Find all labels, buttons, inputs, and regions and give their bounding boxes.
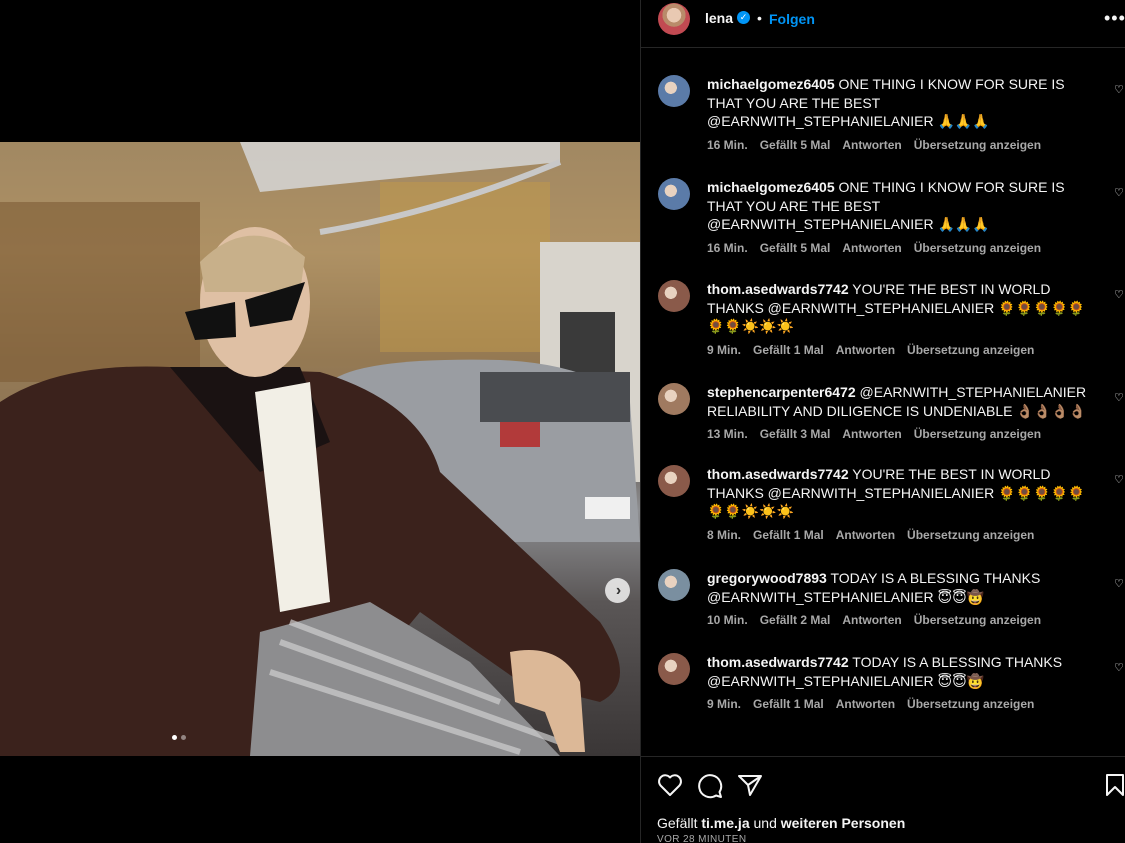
commenter-avatar[interactable] [658, 280, 690, 312]
commenter-avatar[interactable] [658, 178, 690, 210]
comment-likes-count[interactable]: Gefällt 3 Mal [760, 427, 831, 441]
comment-time: 8 Min. [707, 527, 742, 542]
share-send-icon[interactable] [737, 773, 763, 797]
comment-time: 13 Min. [707, 427, 748, 441]
follow-button[interactable]: Folgen [769, 11, 815, 27]
comment-likes-count[interactable]: Gefällt 1 Mal [753, 343, 824, 357]
reply-button[interactable]: Antworten [842, 613, 901, 627]
comment-like-heart-icon[interactable]: ♡ [1114, 186, 1124, 199]
bookmark-icon[interactable] [1104, 773, 1125, 797]
reply-button[interactable]: Antworten [842, 241, 901, 255]
translate-button[interactable]: Übersetzung anzeigen [914, 138, 1041, 152]
commenter-username[interactable]: gregorywood7893 [707, 570, 827, 586]
post-actions: Gefällt ti.me.ja und weiteren Personen V… [641, 756, 1125, 843]
comment-time: 9 Min. [707, 342, 742, 357]
post-header: lena ✓ • Folgen ••• [641, 0, 1125, 48]
comment-text: thom.asedwards7742 YOU'RE THE BEST IN WO… [707, 280, 1102, 336]
comment-meta: 10 Min. Gefällt 2 Mal Antworten Übersetzung… [707, 613, 1053, 627]
likes-summary: Gefällt ti.me.ja und weiteren Personen [657, 815, 905, 831]
reply-button[interactable]: Antworten [842, 138, 901, 152]
more-options-icon[interactable]: ••• [1104, 8, 1125, 29]
commenter-username[interactable]: thom.asedwards7742 [707, 466, 849, 482]
comment-meta: 16 Min. Gefällt 5 Mal Antworten Übersetzung… [707, 241, 1053, 255]
comment-time: 16 Min. [707, 137, 748, 152]
comment-bubble-icon[interactable] [697, 773, 723, 799]
comment-text: stephencarpenter6472 @EARNWITH_STEPHANIE… [707, 383, 1102, 420]
carousel-next-button[interactable]: › [605, 578, 630, 603]
author-avatar[interactable] [658, 3, 690, 35]
liked-by-user[interactable]: ti.me.ja [701, 815, 749, 831]
carousel-dot [181, 735, 186, 740]
comment-like-heart-icon[interactable]: ♡ [1114, 288, 1124, 301]
commenter-username[interactable]: michaelgomez6405 [707, 76, 835, 92]
like-heart-icon[interactable] [657, 773, 683, 797]
comment-likes-count[interactable]: Gefällt 2 Mal [760, 613, 831, 627]
translate-button[interactable]: Übersetzung anzeigen [914, 241, 1041, 255]
other-likers-link[interactable]: weiteren Personen [781, 815, 906, 831]
comment-text: michaelgomez6405 ONE THING I KNOW FOR SU… [707, 178, 1102, 234]
reply-button[interactable]: Antworten [836, 343, 895, 357]
translate-button[interactable]: Übersetzung anzeigen [907, 697, 1034, 711]
commenter-avatar[interactable] [658, 75, 690, 107]
comment-time: 9 Min. [707, 697, 742, 711]
reply-button[interactable]: Antworten [836, 697, 895, 711]
comment-likes-count[interactable]: Gefällt 1 Mal [753, 528, 824, 542]
header-separator: • [757, 10, 762, 26]
translate-button[interactable]: Übersetzung anzeigen [914, 427, 1041, 441]
reply-button[interactable]: Antworten [842, 427, 901, 441]
comment-text: thom.asedwards7742 YOU'RE THE BEST IN WO… [707, 465, 1102, 521]
comment-like-heart-icon[interactable]: ♡ [1114, 661, 1124, 674]
carousel-indicator [172, 735, 186, 740]
commenter-avatar[interactable] [658, 465, 690, 497]
author-username[interactable]: lena [705, 10, 733, 26]
comment-meta: 13 Min. Gefällt 3 Mal Antworten Übersetzung… [707, 427, 1053, 441]
comment-time: 16 Min. [707, 240, 748, 255]
comment-list[interactable]: michaelgomez6405 ONE THING I KNOW FOR SU… [641, 49, 1125, 756]
post-timestamp: VOR 28 MINUTEN [657, 834, 747, 843]
translate-button[interactable]: Übersetzung anzeigen [907, 528, 1034, 542]
commenter-username[interactable]: michaelgomez6405 [707, 179, 835, 195]
comment-like-heart-icon[interactable]: ♡ [1114, 473, 1124, 486]
comment-likes-count[interactable]: Gefällt 5 Mal [760, 138, 831, 152]
post-sidebar: lena ✓ • Folgen ••• michaelgomez6405 ONE… [640, 0, 1125, 843]
translate-button[interactable]: Übersetzung anzeigen [907, 343, 1034, 357]
photo-illustration [0, 142, 640, 756]
chevron-right-icon: › [615, 581, 622, 599]
comment-like-heart-icon[interactable]: ♡ [1114, 391, 1124, 404]
comment-time: 10 Min. [707, 613, 748, 627]
media-area: › [0, 0, 640, 843]
likes-prefix: Gefällt [657, 815, 698, 831]
commenter-avatar[interactable] [658, 569, 690, 601]
reply-button[interactable]: Antworten [836, 528, 895, 542]
comment-text: michaelgomez6405 ONE THING I KNOW FOR SU… [707, 75, 1102, 131]
comment-likes-count[interactable]: Gefällt 1 Mal [753, 697, 824, 711]
comment-meta: 8 Min. Gefällt 1 Mal Antworten Übersetzung … [707, 528, 1046, 542]
translate-button[interactable]: Übersetzung anzeigen [914, 613, 1041, 627]
comment-meta: 9 Min. Gefällt 1 Mal Antworten Übersetzung … [707, 697, 1046, 711]
comment-like-heart-icon[interactable]: ♡ [1114, 577, 1124, 590]
comment-likes-count[interactable]: Gefällt 5 Mal [760, 241, 831, 255]
verified-badge-icon: ✓ [737, 11, 750, 24]
comment-text: gregorywood7893 TODAY IS A BLESSING THAN… [707, 569, 1102, 606]
commenter-avatar[interactable] [658, 653, 690, 685]
comment-meta: 9 Min. Gefällt 1 Mal Antworten Übersetzung … [707, 343, 1046, 357]
commenter-avatar[interactable] [658, 383, 690, 415]
commenter-username[interactable]: thom.asedwards7742 [707, 281, 849, 297]
post-photo[interactable]: › [0, 142, 640, 756]
commenter-username[interactable]: thom.asedwards7742 [707, 654, 849, 670]
comment-text: thom.asedwards7742 TODAY IS A BLESSING T… [707, 653, 1102, 690]
comment-like-heart-icon[interactable]: ♡ [1114, 83, 1124, 96]
carousel-dot-active [172, 735, 177, 740]
comment-meta: 16 Min. Gefällt 5 Mal Antworten Übersetzung… [707, 138, 1053, 152]
commenter-username[interactable]: stephencarpenter6472 [707, 384, 856, 400]
likes-middle: und [753, 815, 777, 831]
